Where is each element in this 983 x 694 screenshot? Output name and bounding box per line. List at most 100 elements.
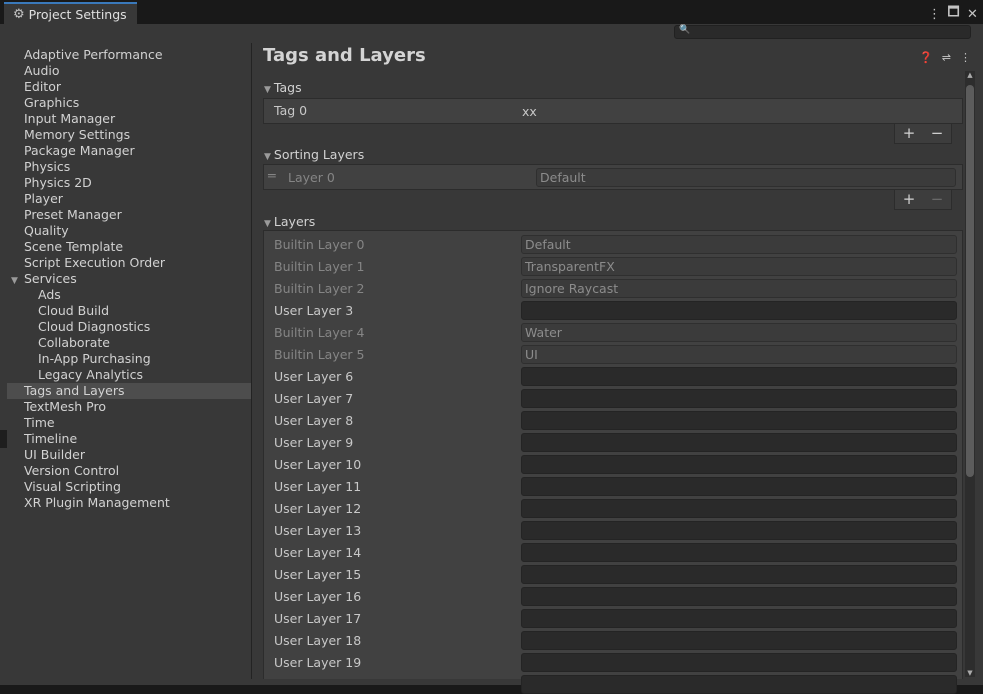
- layer-label: Builtin Layer 5: [274, 347, 365, 362]
- layer-label: Builtin Layer 2: [274, 281, 365, 296]
- layer-name-field[interactable]: [521, 411, 957, 430]
- sidebar-item[interactable]: Script Execution Order: [7, 255, 251, 271]
- layer-label: Builtin Layer 0: [274, 237, 365, 252]
- sorting-layers-section-header[interactable]: ▼ Sorting Layers: [264, 147, 364, 162]
- sidebar-item[interactable]: UI Builder: [7, 447, 251, 463]
- layer-name-field[interactable]: [521, 389, 957, 408]
- sidebar-item[interactable]: TextMesh Pro: [7, 399, 251, 415]
- sidebar-item[interactable]: Time: [7, 415, 251, 431]
- search-icon: 🔍: [679, 25, 691, 35]
- layer-name-field[interactable]: [521, 543, 957, 562]
- layer-name-field[interactable]: [521, 587, 957, 606]
- layer-name-field[interactable]: [521, 433, 957, 452]
- layer-label: User Layer 18: [274, 633, 362, 648]
- sidebar-item[interactable]: Physics 2D: [7, 175, 251, 191]
- gear-icon: ⚙: [13, 6, 25, 22]
- sidebar-item[interactable]: Player: [7, 191, 251, 207]
- sidebar-item[interactable]: Preset Manager: [7, 207, 251, 223]
- sidebar-item-label: Package Manager: [24, 143, 135, 158]
- sidebar-item[interactable]: ▼ Services: [7, 271, 251, 287]
- layer-label: User Layer 15: [274, 567, 362, 582]
- layer-label: User Layer 17: [274, 611, 362, 626]
- sidebar-item[interactable]: Memory Settings: [7, 127, 251, 143]
- layer-name-field: Water: [521, 323, 957, 342]
- sidebar-item[interactable]: Ads: [7, 287, 251, 303]
- layer-name-field[interactable]: [521, 367, 957, 386]
- scroll-down-icon[interactable]: ▼: [965, 669, 975, 677]
- sidebar-item[interactable]: Physics: [7, 159, 251, 175]
- scrollbar-thumb[interactable]: [966, 85, 974, 477]
- sidebar-item-label: UI Builder: [24, 447, 86, 462]
- layer-label: User Layer 13: [274, 523, 362, 538]
- plus-icon[interactable]: +: [895, 190, 923, 209]
- sidebar-item[interactable]: Cloud Build: [7, 303, 251, 319]
- sidebar-item[interactable]: Editor: [7, 79, 251, 95]
- sorting-layers-add-remove: + −: [894, 190, 952, 210]
- sidebar-item[interactable]: In-App Purchasing: [7, 351, 251, 367]
- window-controls: ⋮ 🗖 ✕: [928, 3, 979, 25]
- sidebar-item-label: Physics: [24, 159, 71, 174]
- sidebar-item-label: Graphics: [24, 95, 80, 110]
- sidebar-item[interactable]: Package Manager: [7, 143, 251, 159]
- sidebar-item[interactable]: Collaborate: [7, 335, 251, 351]
- settings-sidebar: Adaptive Performance Audio Editor Graphics I…: [7, 43, 252, 679]
- tag-value[interactable]: xx: [522, 104, 537, 119]
- minus-icon[interactable]: −: [923, 124, 951, 143]
- scroll-up-icon[interactable]: ▲: [965, 71, 975, 79]
- foldout-arrow-icon: ▼: [264, 85, 271, 95]
- layer-label: User Layer 16: [274, 589, 362, 604]
- sidebar-item-label: Preset Manager: [24, 207, 122, 222]
- sidebar-item-label: Adaptive Performance: [24, 47, 163, 62]
- layer-name-field[interactable]: [521, 499, 957, 518]
- plus-icon[interactable]: +: [895, 124, 923, 143]
- sidebar-item[interactable]: Audio: [7, 63, 251, 79]
- sidebar-item[interactable]: XR Plugin Management: [7, 495, 251, 511]
- maximize-icon[interactable]: 🗖: [947, 3, 960, 25]
- layer-name-field[interactable]: [521, 653, 957, 672]
- drag-handle-icon[interactable]: ═: [268, 168, 276, 183]
- layer-name-field[interactable]: [521, 631, 957, 650]
- sidebar-item-label: Physics 2D: [24, 175, 92, 190]
- layer-name-field[interactable]: [521, 521, 957, 540]
- sidebar-item[interactable]: Input Manager: [7, 111, 251, 127]
- layer-name-field[interactable]: [521, 455, 957, 474]
- layer-label: User Layer 7: [274, 391, 354, 406]
- sidebar-item[interactable]: Version Control: [7, 463, 251, 479]
- preset-sliders-icon[interactable]: ⇌: [942, 51, 951, 64]
- page-title: Tags and Layers: [263, 45, 426, 66]
- sidebar-item-label: Legacy Analytics: [38, 367, 144, 382]
- sidebar-item[interactable]: Adaptive Performance: [7, 47, 251, 63]
- sidebar-item-label: Audio: [24, 63, 60, 78]
- sidebar-item[interactable]: Quality: [7, 223, 251, 239]
- kebab-menu-icon[interactable]: ⋮: [928, 7, 941, 22]
- close-icon[interactable]: ✕: [966, 7, 979, 22]
- sidebar-item-label: Script Execution Order: [24, 255, 166, 270]
- help-icon[interactable]: ❓: [919, 51, 933, 64]
- layer-name-field[interactable]: [521, 301, 957, 320]
- minus-icon[interactable]: −: [923, 190, 951, 209]
- sidebar-item[interactable]: Timeline: [7, 431, 251, 447]
- vertical-scrollbar[interactable]: ▲ ▼: [965, 71, 975, 677]
- layer-label: User Layer 11: [274, 479, 362, 494]
- tags-section-header[interactable]: ▼ Tags: [264, 80, 302, 95]
- search-input[interactable]: 🔍: [674, 25, 971, 39]
- sidebar-item-label: Scene Template: [24, 239, 124, 254]
- layer-name-field[interactable]: [521, 477, 957, 496]
- layer-label: User Layer 14: [274, 545, 362, 560]
- sidebar-item[interactable]: Graphics: [7, 95, 251, 111]
- sidebar-item-label: Tags and Layers: [24, 383, 125, 398]
- window-tab[interactable]: ⚙ Project Settings: [4, 2, 137, 24]
- more-menu-icon[interactable]: ⋮: [960, 51, 971, 64]
- layer-label: User Layer 6: [274, 369, 354, 384]
- sidebar-item[interactable]: Visual Scripting: [7, 479, 251, 495]
- sidebar-item-label: Services: [24, 271, 77, 286]
- layers-section-header[interactable]: ▼ Layers: [264, 214, 315, 229]
- sidebar-item-label: XR Plugin Management: [24, 495, 170, 510]
- sidebar-item[interactable]: Tags and Layers: [7, 383, 251, 399]
- sidebar-item[interactable]: Scene Template: [7, 239, 251, 255]
- sidebar-item[interactable]: Legacy Analytics: [7, 367, 251, 383]
- sidebar-item[interactable]: Cloud Diagnostics: [7, 319, 251, 335]
- foldout-arrow-icon: ▼: [264, 219, 271, 229]
- layer-name-field[interactable]: [521, 565, 957, 584]
- layer-name-field[interactable]: [521, 609, 957, 628]
